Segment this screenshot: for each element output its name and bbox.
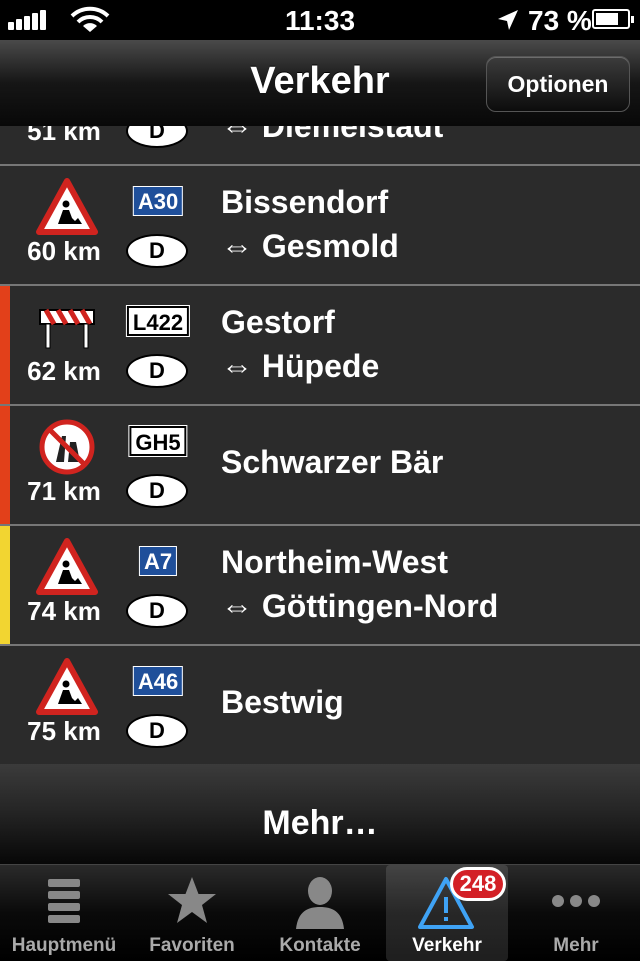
tab-label: Mehr — [553, 935, 599, 956]
distance-label: 75 km — [27, 716, 101, 746]
tab-label: Favoriten — [149, 935, 235, 956]
traffic-item[interactable]: 71 km GH5 D Schwarzer Bär — [0, 406, 640, 526]
location-from: Bestwig — [221, 684, 344, 720]
location-from: Gestorf — [221, 304, 335, 340]
road-closed-barrier-icon — [36, 298, 98, 356]
traffic-item[interactable]: 74 km A7 D Northeim-West ⇔ Göttingen-Nord — [0, 526, 640, 646]
road-sign: L422 — [120, 286, 196, 346]
roadwork-warning-icon — [36, 658, 98, 716]
country-code-badge: D — [126, 126, 188, 148]
battery-icon — [592, 9, 634, 29]
list-icon — [48, 879, 80, 923]
distance-label: 60 km — [27, 236, 101, 266]
star-icon — [168, 877, 216, 923]
tab-label: Hauptmenü — [11, 935, 117, 956]
roadwork-warning-icon — [36, 178, 98, 236]
distance-label: 74 km — [27, 596, 101, 626]
notification-badge: 248 — [450, 867, 506, 901]
more-dots-icon — [552, 895, 600, 907]
location-to: ⇔ Hüpede — [221, 348, 380, 384]
traffic-item[interactable]: 62 km L422 D Gestorf ⇔ Hüpede — [0, 286, 640, 406]
tab-mehr[interactable]: Mehr — [512, 865, 640, 961]
tab-favoriten[interactable]: Favoriten — [128, 865, 256, 961]
no-entry-lane-icon — [36, 418, 98, 476]
location-from: Bissendorf — [221, 184, 389, 220]
tab-kontakte[interactable]: Kontakte — [256, 865, 384, 961]
location-to: ⇔ Diemelstadt — [221, 126, 444, 144]
country-code-badge: D — [126, 474, 188, 508]
options-button[interactable]: Optionen — [486, 56, 630, 112]
location-from: Schwarzer Bär — [221, 444, 444, 480]
road-number: A7 — [138, 546, 178, 576]
more-button[interactable]: Mehr… — [0, 764, 640, 864]
country-code-badge: D — [126, 714, 188, 748]
road-sign: A30 — [120, 166, 196, 226]
traffic-list[interactable]: 51 km D ⇔ Diemelstadt 60 km A30 D Bissendorf ⇔ … — [0, 126, 640, 764]
road-sign: GH5 — [120, 406, 196, 466]
distance-label: 51 km — [27, 126, 101, 146]
traffic-item[interactable]: 51 km D ⇔ Diemelstadt — [0, 126, 640, 166]
tab-label: Kontakte — [279, 935, 361, 956]
more-button-label: Mehr… — [262, 804, 378, 842]
location-to: ⇔ Gesmold — [221, 228, 399, 264]
road-number: GH5 — [128, 425, 188, 457]
location-arrow-icon — [498, 10, 518, 30]
tab-bar: Hauptmenü Favoriten Kontakte 248 Verkehr… — [0, 864, 640, 961]
battery-percentage: 73 % — [528, 5, 592, 36]
road-number: A46 — [132, 666, 184, 696]
status-bar: 11:33 73 % — [0, 0, 640, 40]
tab-label: Verkehr — [412, 935, 482, 956]
roadwork-warning-icon — [36, 538, 98, 596]
distance-label: 71 km — [27, 476, 101, 506]
distance-label: 62 km — [27, 356, 101, 386]
traffic-item[interactable]: 60 km A30 D Bissendorf ⇔ Gesmold — [0, 166, 640, 286]
country-code-badge: D — [126, 234, 188, 268]
road-sign: A7 — [120, 526, 196, 586]
traffic-item[interactable]: 75 km A46 D Bestwig — [0, 646, 640, 764]
tab-hauptmenu[interactable]: Hauptmenü — [0, 865, 128, 961]
location-to: ⇔ Göttingen-Nord — [221, 588, 499, 624]
location-from: Northeim-West — [221, 544, 448, 580]
road-sign: A46 — [120, 646, 196, 706]
road-number: A30 — [132, 186, 184, 216]
tab-verkehr[interactable]: 248 Verkehr — [386, 865, 508, 961]
country-code-badge: D — [126, 354, 188, 388]
navigation-bar: Verkehr Optionen — [0, 40, 640, 127]
road-number: L422 — [125, 305, 191, 337]
person-icon — [296, 877, 344, 929]
country-code-badge: D — [126, 594, 188, 628]
